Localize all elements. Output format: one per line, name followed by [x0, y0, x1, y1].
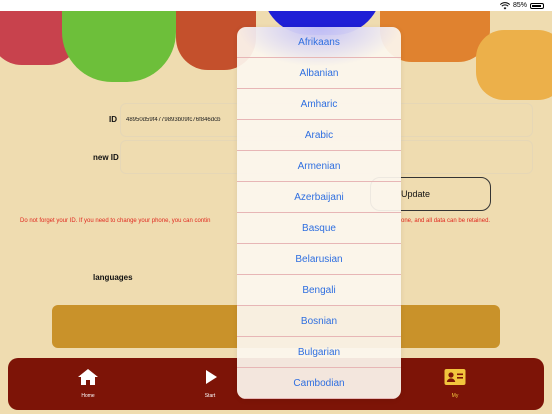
tab-my-label: My: [451, 393, 459, 399]
wifi-icon: [499, 1, 510, 9]
contact-card-icon: [444, 369, 466, 385]
language-option[interactable]: Belarusian: [237, 244, 401, 275]
tab-start-label: Start: [204, 393, 216, 399]
language-option[interactable]: Armenian: [237, 151, 401, 182]
home-icon: [78, 369, 98, 385]
tab-my[interactable]: My: [425, 358, 485, 410]
battery-percent: 85%: [512, 2, 527, 9]
language-option[interactable]: Bulgarian: [237, 337, 401, 368]
tab-start[interactable]: Start: [180, 358, 240, 410]
language-option[interactable]: Afrikaans: [237, 27, 401, 58]
decor-shape-yellow: [476, 30, 552, 100]
update-button-label: Update: [401, 189, 431, 199]
status-bar: 85%: [0, 0, 552, 11]
decor-shape-green: [62, 0, 176, 82]
language-option[interactable]: Azerbaijani: [237, 182, 401, 213]
language-option[interactable]: Cambodian: [237, 368, 401, 399]
language-option[interactable]: Arabic: [237, 120, 401, 151]
new-id-label: new ID: [93, 153, 119, 162]
id-value: 48950d59f4779893b09fc76f846dcb: [126, 117, 221, 123]
language-option[interactable]: Basque: [237, 213, 401, 244]
language-option[interactable]: Bengali: [237, 275, 401, 306]
warning-text-left: Do not forget your ID. If you need to ch…: [20, 218, 211, 224]
warning-text-right: one, and all data can be retained.: [401, 218, 491, 224]
language-option[interactable]: Amharic: [237, 89, 401, 120]
language-option[interactable]: Bosnian: [237, 306, 401, 337]
tab-home[interactable]: Home: [58, 358, 118, 410]
language-picker[interactable]: Afrikaans Albanian Amharic Arabic Armenian Az…: [237, 27, 401, 399]
tab-home-label: Home: [81, 393, 95, 399]
id-label: ID: [109, 115, 117, 124]
language-option[interactable]: Albanian: [237, 58, 401, 89]
languages-label: languages: [93, 273, 133, 282]
status-indicators: 85%: [499, 1, 544, 10]
battery-icon: [530, 2, 544, 9]
play-icon: [206, 370, 217, 384]
